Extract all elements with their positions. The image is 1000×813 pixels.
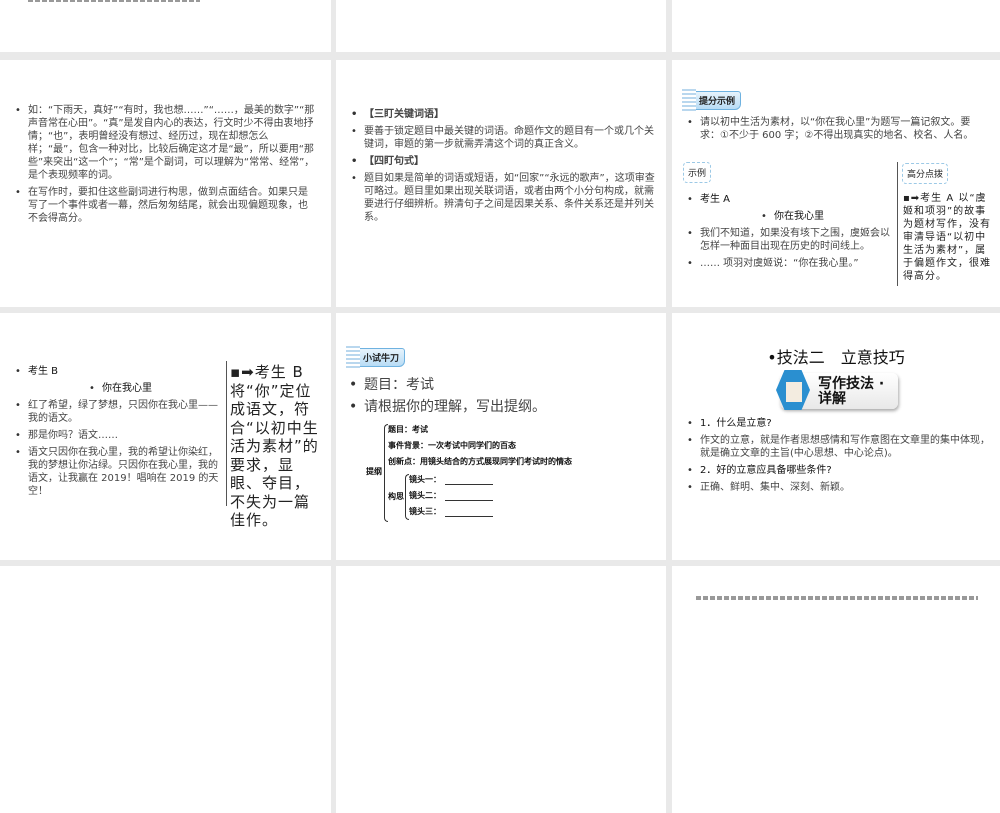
slide-thumbnail-student-b[interactable]: 考生 B 你在我心里 红了希望，绿了梦想，只因你在我心里——我的语文。 那是你吗… — [0, 313, 331, 560]
bullet-item: 题目：考试 — [346, 376, 646, 394]
essay-line: 语文只因你在我心里，我的希望让你染红，我的梦想让你沾绿。只因你在我心里，我的语文… — [12, 446, 222, 498]
cut-text-line — [28, 0, 200, 2]
notepad-icon — [682, 87, 696, 113]
slide-thumbnail[interactable] — [0, 566, 331, 813]
section-heading: 【三盯关键词语】 — [348, 108, 658, 121]
tips-label: 高分点拨 — [902, 163, 949, 184]
slide-thumbnail-practice[interactable]: 小试牛刀 题目：考试 请根据你的理解，写出提纲。 提纲 题目：考试 事件背景：一… — [336, 313, 666, 560]
outline-item: 创新点：用镜头结合的方式展现同学们考试时的情态 — [388, 456, 572, 466]
bullet-list: 1．什么是立意? 作文的立意，就是作者思想感情和写作意图在文章里的集中体现，就是… — [684, 417, 992, 498]
bullet-list: 请以初中生活为素材，以“你在我心里”为题写一篇记叙文。要求：①不少于 600 字… — [684, 116, 989, 146]
prompt-text: 请以初中生活为素材，以“你在我心里”为题写一篇记叙文。要求：①不少于 600 字… — [684, 116, 989, 142]
question-item: 2．好的立意应具备哪些条件? — [684, 464, 992, 477]
blank-line — [445, 476, 493, 485]
bullet-item: 作文的立意，就是作者思想感情和写作意图在文章里的集中体现，就是确立文章的主旨(中… — [684, 434, 992, 460]
badge-label: 写作技法 ·详解 — [818, 376, 885, 407]
essay-list: 考生 B 你在我心里 红了希望，绿了梦想，只因你在我心里——我的语文。 那是你吗… — [12, 365, 222, 502]
essay-title: 你在我心里 — [758, 210, 894, 223]
section-heading: 【四盯句式】 — [348, 155, 658, 168]
shot-label: 镜头二： — [409, 490, 441, 500]
badge-label: 提分示例 — [693, 90, 742, 110]
essay-line: 红了希望，绿了梦想，只因你在我心里——我的语文。 — [12, 399, 222, 425]
essay-line: …… 项羽对虞姬说：“你在我心里。” — [684, 257, 894, 270]
slide-thumbnail-example[interactable]: 提分示例 请以初中生活为素材，以“你在我心里”为题写一篇记叙文。要求：①不少于 … — [672, 60, 1000, 307]
bullet-list: 【三盯关键词语】 要善于锁定题目中最关键的词语。命题作文的题目有一个或几个关键词… — [348, 108, 658, 228]
student-name: 考生 A — [684, 193, 894, 206]
blank-line — [445, 508, 493, 517]
slide-thumbnail[interactable] — [672, 0, 1000, 52]
slide-thumbnail-keywords[interactable]: 【三盯关键词语】 要善于锁定题目中最关键的词语。命题作文的题目有一个或几个关键词… — [336, 60, 666, 307]
slide-thumbnail-adverbs[interactable]: 如：“下雨天，真好”“有时，我也想……”“……，最美的数字”“那声音常在心田”。… — [0, 60, 331, 307]
section-badge: 写作技法 ·详解 — [776, 370, 898, 410]
question-item: 1．什么是立意? — [684, 417, 992, 430]
writing-icon — [786, 382, 802, 402]
outline-shot: 镜头三： — [409, 506, 493, 517]
bullet-item: 在写作时，要扣住这些副词进行构思，做到点面结合。如果只是写了一个事件或者一幕，然… — [12, 186, 317, 225]
badge-label: 小试牛刀 — [357, 347, 406, 367]
divider — [897, 162, 898, 286]
slide-title: •技法二 立意技巧 — [767, 348, 905, 367]
notepad-icon — [346, 344, 360, 370]
bullet-item: 如：“下雨天，真好”“有时，我也想……”“……，最美的数字”“那声音常在心田”。… — [12, 104, 317, 182]
outline-plan: 构思 — [388, 491, 404, 501]
tips-comment: ▪➡考生 A 以“虞姬和项羽”的故事为题材写作，没有审清导语“以初中生活为素材”… — [903, 193, 991, 282]
bullet-list: 如：“下雨天，真好”“有时，我也想……”“……，最美的数字”“那声音常在心田”。… — [12, 104, 317, 229]
shot-label: 镜头三： — [409, 506, 441, 516]
comment-text: 考生 A 以“虞姬和项羽”的故事为题材写作，没有审清导语“以初中生活为素材”，属… — [903, 193, 991, 282]
outline-root: 提纲 — [366, 466, 382, 476]
slide-thumbnail-theme-technique[interactable]: •技法二 立意技巧 写作技法 ·详解 1．什么是立意? 作文的立意，就是作者思想… — [672, 313, 1000, 560]
shot-label: 镜头一： — [409, 474, 441, 484]
outline-item: 题目：考试 — [388, 424, 428, 434]
essay-line: 那是你吗？语文…… — [12, 429, 222, 442]
example-label: 示例 — [683, 162, 712, 183]
blank-line — [445, 492, 493, 501]
bullet-item: 题目如果是简单的词语或短语，如“回家”“永远的歌声”，这项审查可略过。题目里如果… — [348, 172, 658, 224]
slide-thumbnail[interactable] — [672, 566, 1000, 813]
comment-text: 考生 B 将“你”定位成语文，符合“以初中生活为素材”的要求，显眼、夺目，不失为… — [230, 363, 319, 529]
slide-thumbnail[interactable] — [0, 0, 331, 52]
outline-shot: 镜头一： — [409, 474, 493, 485]
bullet-item: 要善于锁定题目中最关键的词语。命题作文的题目有一个或几个关键词，审题的第一步就需… — [348, 125, 658, 151]
divider — [226, 361, 227, 506]
section-badge: 提分示例 — [682, 87, 742, 113]
essay-line: 我们不知道，如果没有垓下之围，虞姬会以怎样一种面目出现在历史的时间线上。 — [684, 227, 894, 253]
slide-thumbnail[interactable] — [336, 566, 666, 813]
outline-shot: 镜头二： — [409, 490, 493, 501]
essay-list: 考生 A 你在我心里 我们不知道，如果没有垓下之围，虞姬会以怎样一种面目出现在历… — [684, 193, 894, 274]
tips-comment: ▪➡考生 B 将“你”定位成语文，符合“以初中生活为素材”的要求，显眼、夺目，不… — [230, 363, 319, 529]
outline-brace — [384, 424, 388, 522]
section-badge: 小试牛刀 — [346, 344, 406, 370]
bullet-item: 请根据你的理解，写出提纲。 — [346, 398, 646, 416]
bullet-list: 题目：考试 请根据你的理解，写出提纲。 — [346, 376, 646, 420]
student-name: 考生 B — [12, 365, 222, 378]
cut-text-line — [696, 596, 978, 600]
bullet-item: 正确、鲜明、集中、深刻、新颖。 — [684, 481, 992, 494]
essay-title: 你在我心里 — [86, 382, 222, 395]
outline-item: 事件背景：一次考试中同学们的百态 — [388, 440, 516, 450]
slide-thumbnail[interactable] — [336, 0, 666, 52]
